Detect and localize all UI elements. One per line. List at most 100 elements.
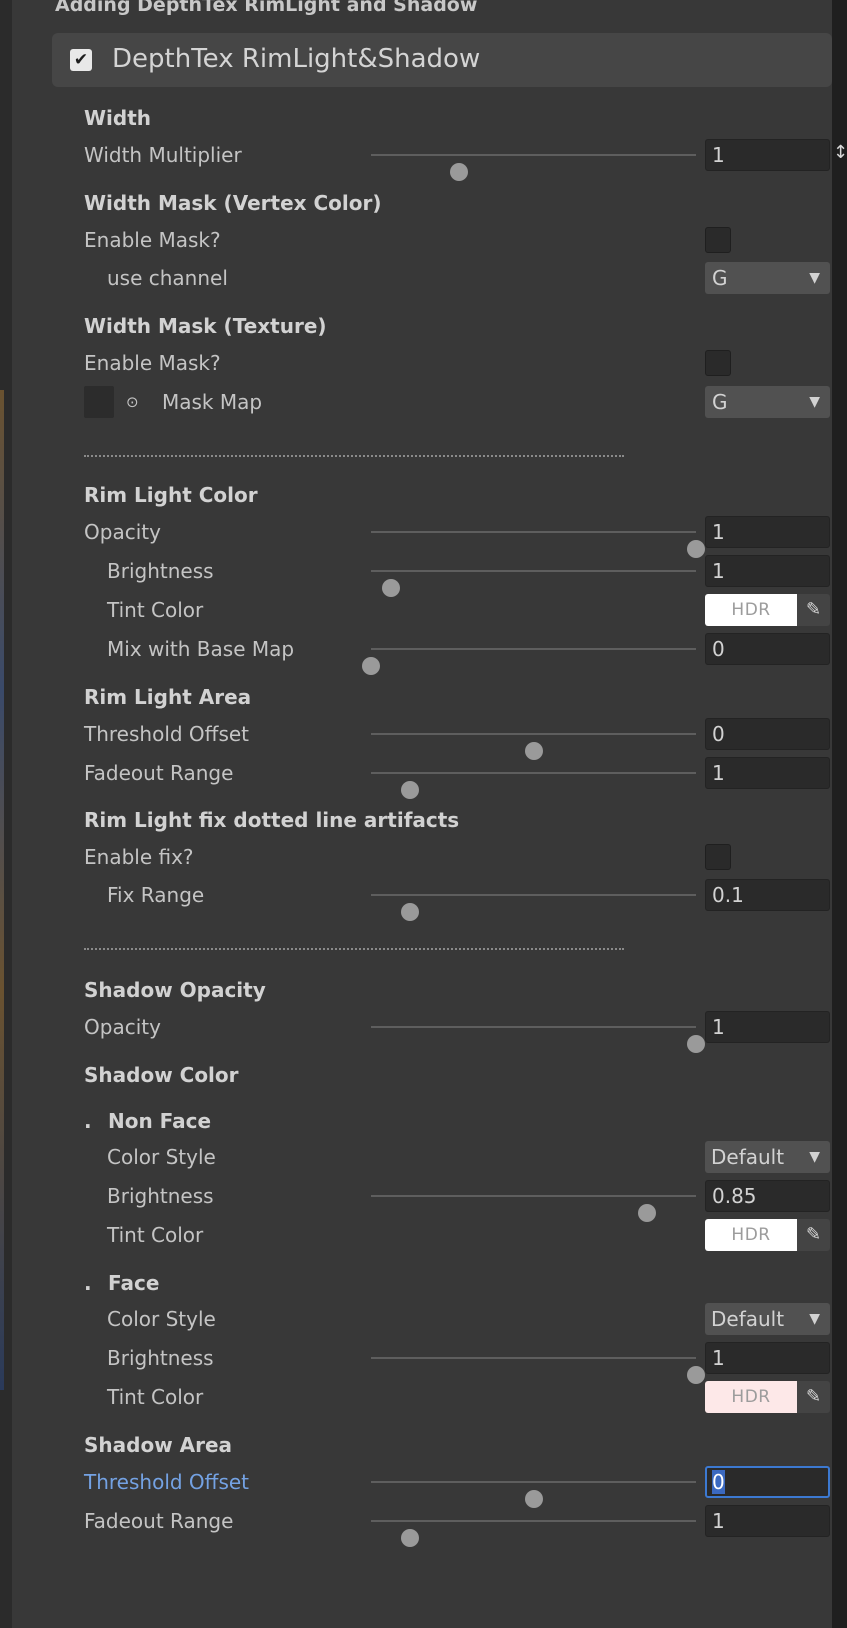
slider-thumb[interactable] bbox=[687, 1035, 705, 1053]
value-field[interactable]: 0 bbox=[705, 718, 830, 750]
value-field[interactable]: 0 bbox=[705, 1466, 830, 1498]
subsection-face: . Face bbox=[84, 1271, 160, 1295]
chevron-down-icon: ▼ bbox=[809, 1149, 820, 1165]
field-label: Enable Mask? bbox=[84, 228, 221, 252]
fix-range-row: Fix Range 0.1 bbox=[0, 877, 847, 921]
rim-mix-row: Mix with Base Map 0 bbox=[0, 631, 847, 675]
slider-thumb[interactable] bbox=[401, 781, 419, 799]
rim-brightness-row: Brightness 1 bbox=[0, 553, 847, 597]
chevron-down-icon: ▼ bbox=[809, 394, 820, 410]
chevron-down-icon: ▼ bbox=[809, 270, 820, 286]
field-label: Enable Mask? bbox=[84, 351, 221, 375]
texture-enable-mask-row: Enable Mask? bbox=[0, 345, 847, 381]
slider-track[interactable] bbox=[371, 1026, 705, 1053]
field-label: Mix with Base Map bbox=[107, 637, 295, 661]
slider-track[interactable] bbox=[371, 733, 696, 760]
mask-map-row: ⊙ Mask Map G ▼ bbox=[0, 384, 847, 420]
section-width: Width bbox=[84, 106, 152, 130]
eyedropper-icon[interactable]: ✎ bbox=[797, 594, 830, 626]
enable-mask-checkbox[interactable] bbox=[705, 227, 731, 253]
separator bbox=[84, 455, 624, 457]
enable-mask-checkbox[interactable] bbox=[705, 350, 731, 376]
color-style-dropdown[interactable]: Default ▼ bbox=[705, 1303, 830, 1335]
value-field[interactable]: 1 bbox=[705, 516, 830, 548]
texture-slot[interactable] bbox=[84, 386, 114, 418]
section-vertex-mask: Width Mask (Vertex Color) bbox=[84, 191, 382, 215]
field-label: Fix Range bbox=[107, 883, 205, 907]
slider-thumb[interactable] bbox=[449, 163, 468, 181]
color-swatch[interactable]: HDR bbox=[705, 594, 797, 626]
section-texture-mask: Width Mask (Texture) bbox=[84, 314, 327, 338]
color-swatch[interactable]: HDR bbox=[705, 1219, 797, 1251]
vertex-enable-mask-row: Enable Mask? bbox=[0, 222, 847, 258]
slider-track[interactable] bbox=[371, 531, 705, 558]
section-shadow-area: Shadow Area bbox=[84, 1433, 233, 1457]
field-label: Threshold Offset bbox=[84, 722, 250, 746]
rim-opacity-row: Opacity 1 bbox=[0, 514, 847, 558]
eyedropper-icon[interactable]: ✎ bbox=[797, 1381, 830, 1413]
field-label: Enable fix? bbox=[84, 845, 194, 869]
value-field[interactable]: 0.1 bbox=[705, 879, 830, 911]
value-field[interactable]: 1 bbox=[705, 555, 830, 587]
chevron-down-icon: ▼ bbox=[809, 1311, 820, 1327]
slider-thumb[interactable] bbox=[362, 657, 380, 675]
object-picker-icon[interactable]: ⊙ bbox=[126, 384, 139, 420]
foldout-title: DepthTex RimLight&Shadow bbox=[112, 44, 481, 74]
eyedropper-icon[interactable]: ✎ bbox=[797, 1219, 830, 1251]
section-shadow-color: Shadow Color bbox=[84, 1063, 239, 1087]
use-channel-row: use channel G ▼ bbox=[0, 260, 847, 296]
width-multiplier-row: Width Multiplier 1 bbox=[0, 137, 847, 181]
slider-track[interactable] bbox=[362, 648, 696, 675]
value-field[interactable]: 1 bbox=[705, 1342, 830, 1374]
field-label: Tint Color bbox=[107, 1385, 204, 1409]
slider-track[interactable] bbox=[371, 154, 696, 181]
field-label: Tint Color bbox=[107, 1223, 204, 1247]
field-label: Brightness bbox=[107, 1184, 214, 1208]
field-label: Width Multiplier bbox=[84, 143, 242, 167]
slider-thumb[interactable] bbox=[401, 1529, 419, 1547]
section-rim-fix: Rim Light fix dotted line artifacts bbox=[84, 808, 460, 832]
channel-dropdown[interactable]: G ▼ bbox=[705, 262, 830, 294]
field-label: Fadeout Range bbox=[84, 1509, 234, 1533]
channel-dropdown[interactable]: G ▼ bbox=[705, 386, 830, 418]
field-label: Color Style bbox=[107, 1307, 216, 1331]
rim-fix-enable-row: Enable fix? bbox=[0, 839, 847, 875]
value-field[interactable]: 0.85 bbox=[705, 1180, 830, 1212]
color-swatch[interactable]: HDR bbox=[705, 1381, 797, 1413]
slider-track[interactable] bbox=[371, 1481, 696, 1508]
field-label: Brightness bbox=[107, 559, 214, 583]
nonface-brightness-row: Brightness 0.85 bbox=[0, 1178, 847, 1222]
slider-track[interactable] bbox=[371, 1357, 705, 1384]
slider-track[interactable] bbox=[371, 1195, 696, 1222]
shadow-threshold-row: Threshold Offset 0 bbox=[0, 1464, 847, 1508]
value-field[interactable]: 1 bbox=[705, 1505, 830, 1537]
enable-feature-checkbox[interactable]: ✔ bbox=[70, 49, 92, 71]
face-style-row: Color Style Default ▼ bbox=[0, 1301, 847, 1337]
subsection-non-face: . Non Face bbox=[84, 1109, 212, 1133]
face-brightness-row: Brightness 1 bbox=[0, 1340, 847, 1384]
slider-track[interactable] bbox=[371, 570, 696, 597]
enable-fix-checkbox[interactable] bbox=[705, 844, 731, 870]
slider-track[interactable] bbox=[371, 1520, 696, 1547]
slider-thumb[interactable] bbox=[401, 903, 419, 921]
field-label: Brightness bbox=[107, 1346, 214, 1370]
section-rim-color: Rim Light Color bbox=[84, 483, 258, 507]
rim-tint-row: Tint Color HDR ✎ bbox=[0, 592, 847, 628]
field-label: Threshold Offset bbox=[84, 1470, 250, 1494]
separator bbox=[84, 948, 624, 950]
value-field[interactable]: 1 bbox=[705, 139, 830, 171]
field-label: Color Style bbox=[107, 1145, 216, 1169]
value-field[interactable]: 1 bbox=[705, 757, 830, 789]
nonface-style-row: Color Style Default ▼ bbox=[0, 1139, 847, 1175]
field-label: Tint Color bbox=[107, 598, 204, 622]
value-field[interactable]: 0 bbox=[705, 633, 830, 665]
value-field[interactable]: 1 bbox=[705, 1011, 830, 1043]
checkmark-icon: ✔ bbox=[73, 50, 89, 70]
field-label: Opacity bbox=[84, 1015, 161, 1039]
slider-track[interactable] bbox=[371, 894, 696, 921]
color-style-dropdown[interactable]: Default ▼ bbox=[705, 1141, 830, 1173]
section-shadow-opacity: Shadow Opacity bbox=[84, 978, 266, 1002]
shadow-opacity-row: Opacity 1 bbox=[0, 1009, 847, 1053]
slider-track[interactable] bbox=[371, 772, 696, 799]
section-caption: Adding DepthTex RimLight and Shadow bbox=[55, 0, 478, 16]
